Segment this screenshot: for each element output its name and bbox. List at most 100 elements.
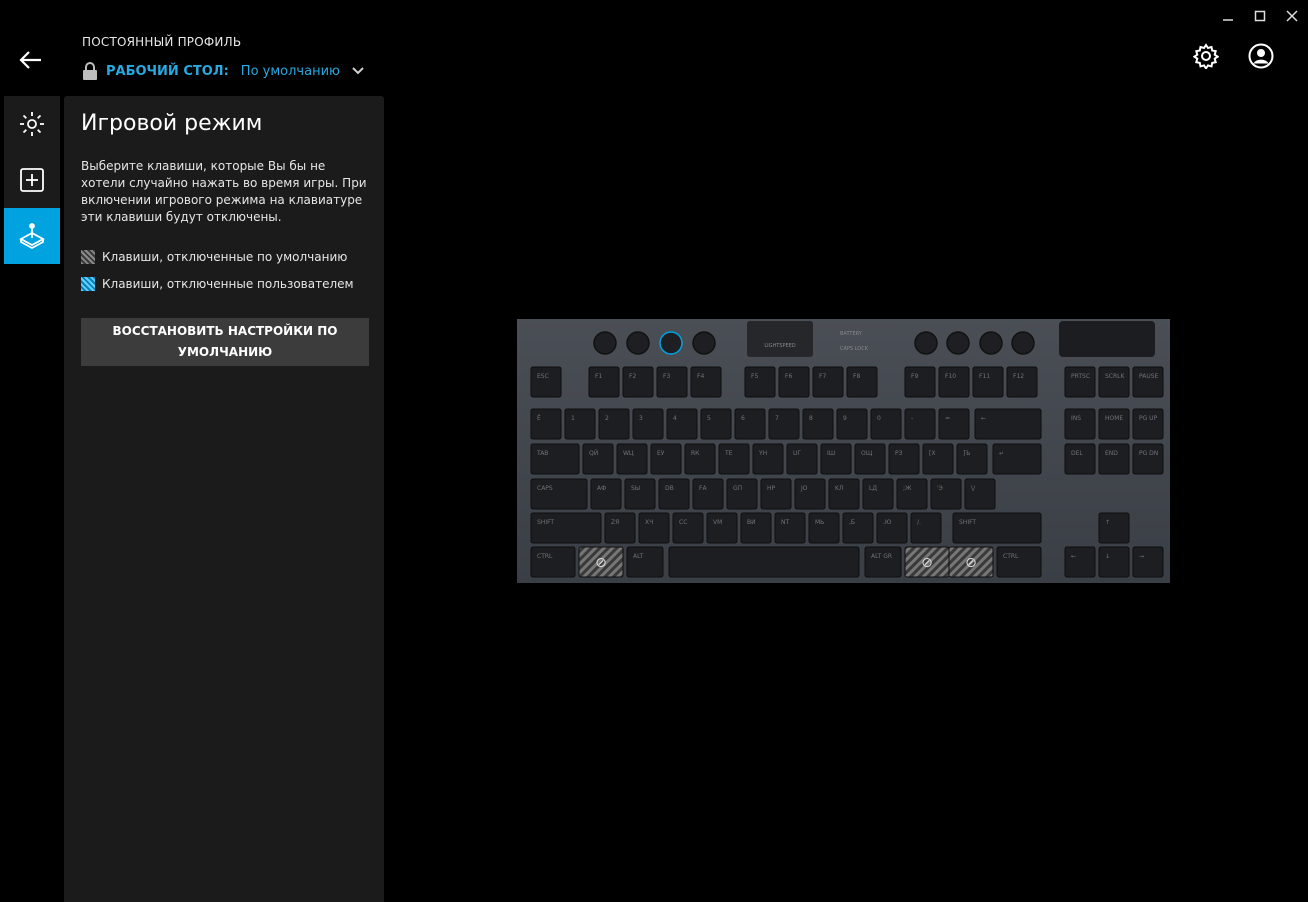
keyboard-key[interactable] [1132,408,1164,440]
keyboard-key[interactable] [802,408,834,440]
keyboard-key[interactable] [938,366,970,398]
key-label: PG DN [1139,450,1158,457]
keyboard-key[interactable] [530,408,562,440]
keyboard-key[interactable] [974,408,1042,440]
account-button[interactable] [1247,42,1275,70]
media-button [979,331,1003,355]
keyboard-key[interactable] [910,512,942,544]
keyboard-key[interactable] [812,366,844,398]
keyboard-key[interactable] [1064,546,1096,578]
keyboard-key[interactable] [1064,366,1096,398]
keyboard-key[interactable] [622,366,654,398]
keyboard-key[interactable] [692,478,724,510]
keyboard-key[interactable] [564,408,596,440]
keyboard-key[interactable] [992,443,1042,475]
keyboard-key[interactable] [588,366,620,398]
keyboard-key[interactable] [590,478,622,510]
keyboard-key[interactable] [896,478,928,510]
keyboard-key[interactable] [530,366,562,398]
keyboard-key[interactable] [1098,512,1130,544]
keyboard-key[interactable] [638,512,670,544]
keyboard-key[interactable] [726,478,758,510]
keyboard-key[interactable] [624,478,656,510]
keyboard-key[interactable] [760,478,792,510]
keyboard-key[interactable] [842,512,874,544]
keyboard-key[interactable] [668,546,860,578]
close-button[interactable] [1282,6,1302,26]
maximize-button[interactable] [1250,6,1270,26]
keyboard-key[interactable] [1098,443,1130,475]
keyboard-key[interactable] [1132,366,1164,398]
keyboard-key[interactable] [922,443,954,475]
keyboard-key[interactable] [752,443,784,475]
keyboard-key[interactable] [808,512,840,544]
nav-game-mode[interactable] [4,208,60,264]
keyboard-key[interactable] [626,546,664,578]
keyboard-key[interactable] [768,408,800,440]
keyboard-key[interactable] [734,408,766,440]
keyboard-key[interactable] [1006,366,1038,398]
keyboard-key[interactable] [1132,443,1164,475]
keyboard-key[interactable] [870,408,902,440]
keyboard-key[interactable] [718,443,750,475]
keyboard-key[interactable] [774,512,806,544]
keyboard-key[interactable] [1098,366,1130,398]
keyboard-key[interactable] [794,478,826,510]
keyboard-key[interactable] [666,408,698,440]
keyboard-key[interactable] [616,443,648,475]
keyboard-key[interactable] [876,512,908,544]
minimize-icon [1223,19,1233,21]
keyboard-key[interactable] [672,512,704,544]
nav-assignments[interactable] [4,152,60,208]
keyboard-key[interactable] [828,478,860,510]
keyboard-key[interactable] [836,408,868,440]
keyboard-key[interactable] [706,512,738,544]
settings-button[interactable] [1192,42,1220,70]
keyboard-key[interactable] [1064,443,1096,475]
keyboard-key[interactable] [964,478,996,510]
keyboard-key[interactable] [972,366,1004,398]
keyboard-key[interactable] [862,478,894,510]
keyboard-key[interactable] [690,366,722,398]
keyboard-key[interactable] [632,408,664,440]
keyboard-key[interactable] [778,366,810,398]
keyboard-key[interactable] [846,366,878,398]
keyboard-key[interactable] [996,546,1042,578]
keyboard-key[interactable] [650,443,682,475]
keyboard-key[interactable] [1098,546,1130,578]
keyboard-key[interactable] [530,478,588,510]
keyboard-key[interactable] [888,443,920,475]
keyboard-key[interactable] [854,443,886,475]
back-button[interactable] [14,45,48,75]
keyboard-key[interactable] [656,366,688,398]
keyboard-key[interactable] [904,408,936,440]
keyboard-key[interactable] [684,443,716,475]
keyboard-key[interactable] [1098,408,1130,440]
keyboard-key[interactable] [1132,546,1164,578]
keyboard-key[interactable] [786,443,818,475]
keyboard-key[interactable] [820,443,852,475]
keyboard-key[interactable] [1064,408,1096,440]
keyboard-key[interactable] [530,512,602,544]
keyboard-key[interactable] [530,546,576,578]
keyboard-key[interactable] [952,512,1042,544]
minimize-button[interactable] [1218,6,1238,26]
keyboard-key[interactable] [700,408,732,440]
user-icon [1248,43,1274,69]
key-label: ⊘ [921,555,933,571]
keyboard-key[interactable] [658,478,690,510]
keyboard-key[interactable] [604,512,636,544]
keyboard-key[interactable] [956,443,988,475]
restore-defaults-button[interactable]: ВОССТАНОВИТЬ НАСТРОЙКИ ПО УМОЛЧАНИЮ [81,318,369,366]
nav-lighting[interactable] [4,96,60,152]
keyboard-key[interactable] [864,546,902,578]
keyboard-key[interactable] [598,408,630,440]
profile-selector[interactable]: РАБОЧИЙ СТОЛ: По умолчанию [82,60,364,82]
keyboard-key[interactable] [582,443,614,475]
keyboard-key[interactable] [938,408,970,440]
keyboard-key[interactable] [930,478,962,510]
keyboard-key[interactable] [904,366,936,398]
keyboard-key[interactable] [530,443,580,475]
keyboard-key[interactable] [740,512,772,544]
keyboard-key[interactable] [744,366,776,398]
